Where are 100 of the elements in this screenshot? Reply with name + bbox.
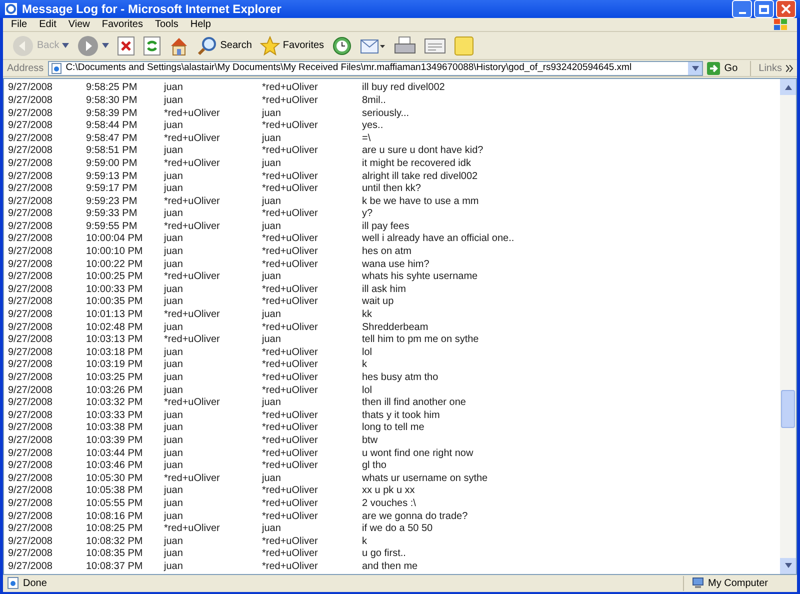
message-cell: alright ill take red divel002 <box>362 170 478 184</box>
date-cell-text: 9/27/2008 <box>8 434 54 448</box>
message-cell: are we gonna do trade? <box>362 510 468 524</box>
message-cell: kk <box>362 309 372 322</box>
message-cell: gl tho <box>362 460 386 473</box>
time-cell-text: 10:03:38 PM <box>86 422 144 435</box>
sender-cell-text: juan <box>164 498 184 511</box>
favorites-button[interactable]: Favorites <box>258 36 326 56</box>
message-cell: wait up <box>362 296 394 310</box>
sender-cell-text: *red+uOliver <box>164 132 221 146</box>
search-button[interactable]: Search <box>196 36 253 56</box>
time-cell-text: 10:00:10 PM <box>86 246 144 259</box>
message-cell: then ill find another one <box>362 397 466 410</box>
dropdown-button[interactable] <box>688 62 702 75</box>
date-cell-text: 9/27/2008 <box>8 322 54 334</box>
history-button[interactable] <box>331 36 354 56</box>
clock-icon <box>332 36 352 56</box>
refresh-icon <box>143 36 162 56</box>
edit-button[interactable] <box>423 36 448 56</box>
sender-cell-text: *red+uOliver <box>164 523 221 536</box>
scrollbar-thumb[interactable] <box>781 390 795 428</box>
sender-cell-text: juan <box>164 246 184 259</box>
date-cell-text: 9/27/2008 <box>8 397 54 410</box>
note-button[interactable] <box>453 36 476 56</box>
sender-cell-text: juan <box>164 322 184 334</box>
close-button[interactable] <box>776 0 796 18</box>
recipient-cell-text: *red+uOliver <box>262 498 319 511</box>
message-cell: k <box>362 359 367 372</box>
message-cell: if we do a 50 50 <box>362 523 433 536</box>
date-cell-text: 9/27/2008 <box>8 183 54 196</box>
date-cell-text: 9/27/2008 <box>8 94 54 108</box>
arrow-right-icon <box>707 62 720 75</box>
stop-button[interactable] <box>116 36 136 56</box>
document-icon <box>424 36 446 56</box>
menu-item[interactable]: Favorites <box>102 17 143 32</box>
recipient-cell-text: *red+uOliver <box>262 284 319 296</box>
dropdown-arrow-icon <box>102 43 110 48</box>
time-cell-text: 10:08:37 PM <box>86 560 144 574</box>
date-cell-text: 9/27/2008 <box>8 246 54 259</box>
date-cell-text: 9/27/2008 <box>8 422 54 435</box>
recipient-cell-text: *red+uOliver <box>262 346 319 360</box>
date-cell-text: 9/27/2008 <box>8 271 54 284</box>
recipient-cell-text: *red+uOliver <box>262 536 319 548</box>
date-cell-text: 9/27/2008 <box>8 296 54 310</box>
date-cell-text: 9/27/2008 <box>8 258 54 272</box>
date-cell-text: 9/27/2008 <box>8 460 54 473</box>
recipient-cell-text: *red+uOliver <box>262 233 319 246</box>
message-cell: Shredderbeam <box>362 322 428 334</box>
maximize-button[interactable] <box>754 0 774 18</box>
refresh-button[interactable] <box>142 36 162 56</box>
close-icon <box>781 4 791 14</box>
sender-cell-text: juan <box>164 296 184 310</box>
time-cell-text: 10:01:13 PM <box>86 309 144 322</box>
address-field[interactable]: C:\Documents and Settings\alastair\My Documents\My Received Files\mr.maffiaman1349670088\History\god_of_rs932420594645.xml <box>48 60 704 76</box>
menu-item[interactable]: File <box>11 17 28 32</box>
sender-cell-text: juan <box>164 359 184 372</box>
message-cell: wana use him? <box>362 258 430 272</box>
date-cell-text: 9/27/2008 <box>8 158 54 170</box>
sender-cell-text: juan <box>164 145 184 158</box>
date-cell-text: 9/27/2008 <box>8 523 54 536</box>
menu-item[interactable]: Tools <box>154 17 178 32</box>
date-cell-text: 9/27/2008 <box>8 346 54 360</box>
scroll-down-button[interactable] <box>780 558 796 574</box>
message-cell: ill pay fees <box>362 220 410 234</box>
stop-icon <box>117 36 136 56</box>
go-button[interactable]: Go <box>707 60 738 76</box>
time-cell-text: 9:58:51 PM <box>86 145 138 158</box>
recipient-cell-text: juan <box>262 132 282 146</box>
time-cell-text: 10:00:35 PM <box>86 296 144 310</box>
time-cell-text: 10:08:32 PM <box>86 536 144 548</box>
menu-item[interactable]: View <box>68 17 90 32</box>
date-cell-text: 9/27/2008 <box>8 170 54 184</box>
links-label[interactable]: Links <box>750 60 782 76</box>
date-cell-text: 9/27/2008 <box>8 120 54 133</box>
menu-item[interactable]: Help <box>190 17 211 32</box>
sender-cell-text: juan <box>164 208 184 221</box>
time-cell-text: 10:03:32 PM <box>86 397 144 410</box>
message-cell: 2 vouches :\ <box>362 498 416 511</box>
menu-item[interactable]: Edit <box>39 17 56 32</box>
recipient-cell-text: juan <box>262 309 282 322</box>
scroll-up-button[interactable] <box>780 79 796 96</box>
message-cell: xx u pk u xx <box>362 485 415 498</box>
dropdown-arrow-icon <box>692 66 699 71</box>
sender-cell-text: juan <box>164 372 184 385</box>
minimize-button[interactable] <box>732 0 752 18</box>
sender-cell-text: *red+uOliver <box>164 158 221 170</box>
date-cell-text: 9/27/2008 <box>8 536 54 548</box>
sender-cell-text: *red+uOliver <box>164 472 221 486</box>
date-cell-text: 9/27/2008 <box>8 510 54 524</box>
scrollbar[interactable] <box>780 79 796 574</box>
time-cell-text: 10:03:18 PM <box>86 346 144 360</box>
forward-button[interactable] <box>76 34 110 57</box>
print-button[interactable] <box>393 36 418 56</box>
recipient-cell-text: *red+uOliver <box>262 258 319 272</box>
dropdown-arrow-icon <box>62 43 70 48</box>
recipient-cell-text: *red+uOliver <box>262 170 319 184</box>
date-cell-text: 9/27/2008 <box>8 498 54 511</box>
message-cell: and then me <box>362 560 418 574</box>
time-cell-text: 9:58:47 PM <box>86 132 138 146</box>
recipient-cell-text: *red+uOliver <box>262 145 319 158</box>
